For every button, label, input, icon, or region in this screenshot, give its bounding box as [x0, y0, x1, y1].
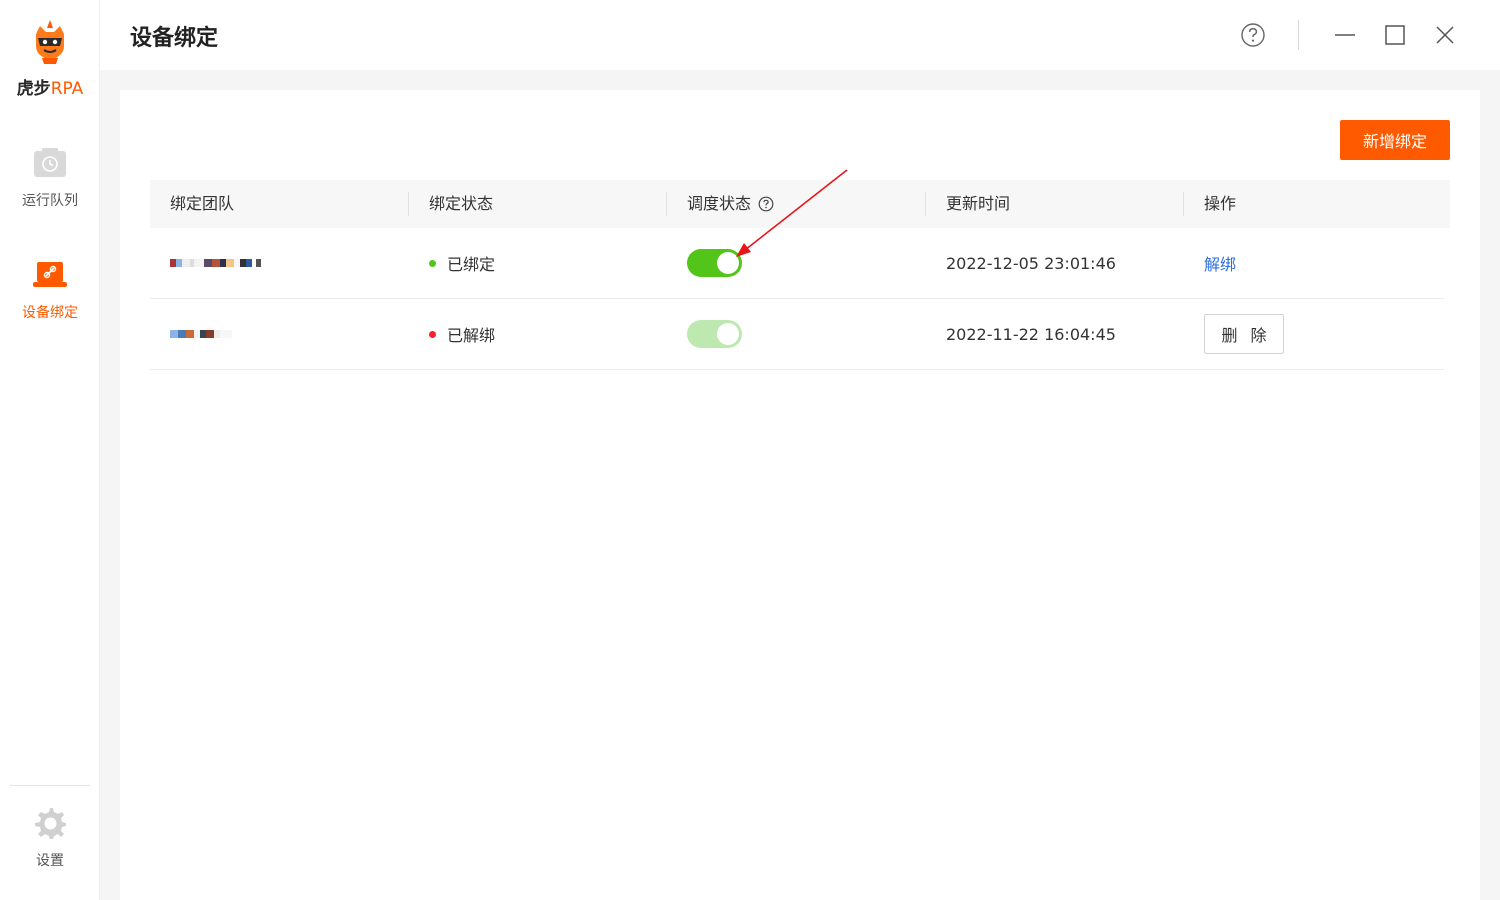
redacted-text: [170, 326, 232, 342]
column-header-updated: 更新时间: [946, 194, 1011, 213]
sidebar-item-label: 运行队列: [22, 193, 78, 209]
add-binding-button[interactable]: 新增绑定: [1340, 120, 1450, 160]
toggle-knob: [717, 252, 739, 274]
close-button[interactable]: [1430, 20, 1460, 50]
schedule-toggle[interactable]: [687, 249, 742, 277]
status-dot: [429, 330, 436, 338]
redacted-text: [170, 255, 261, 271]
table-row: 已绑定 2022-12-05 23:01:46 解绑: [150, 228, 1444, 299]
column-header-actions: 操作: [1204, 194, 1237, 213]
team-name-redacted: [170, 299, 232, 369]
laptop-link-icon: [33, 262, 67, 287]
title-divider: [1298, 20, 1299, 50]
table-header: 绑定团队 绑定状态 调度状态 更新时间 操作: [150, 180, 1450, 228]
team-name-redacted: [170, 228, 261, 298]
maximize-button[interactable]: [1380, 20, 1410, 50]
sidebar-item-run-queue[interactable]: 运行队列: [0, 148, 100, 210]
sidebar: 虎步RPA 运行队列 设备绑定 设置: [0, 0, 100, 900]
column-divider: [925, 192, 926, 216]
column-header-bind-status: 绑定状态: [429, 194, 494, 213]
tiger-mascot-icon: [36, 20, 64, 64]
binding-table: 绑定团队 绑定状态 调度状态 更新时间 操作 已绑定 2022-12-05 23…: [150, 180, 1450, 370]
sidebar-divider: [10, 785, 90, 786]
status-text: 已解绑: [447, 326, 496, 345]
main-panel: 新增绑定 绑定团队 绑定状态 调度状态 更新时间 操作 已绑定 2022-12-…: [120, 90, 1480, 900]
sidebar-item-label: 设备绑定: [22, 305, 78, 321]
updated-time: 2022-12-05 23:01:46: [946, 253, 1116, 273]
updated-time: 2022-11-22 16:04:45: [946, 324, 1116, 344]
minimize-icon: [1335, 34, 1355, 36]
maximize-icon: [1385, 25, 1405, 45]
app-logo: 虎步RPA: [0, 20, 100, 99]
column-header-team: 绑定团队: [170, 194, 235, 213]
minimize-button[interactable]: [1330, 20, 1360, 50]
title-bar: 设备绑定: [100, 0, 1500, 70]
bind-status: 已解绑: [429, 299, 495, 369]
sidebar-item-label: 设置: [36, 853, 64, 869]
column-divider: [408, 192, 409, 216]
close-icon: [1436, 26, 1454, 44]
gear-icon: [35, 808, 66, 839]
help-button[interactable]: [1238, 20, 1268, 50]
column-header-schedule-status: 调度状态: [687, 180, 774, 228]
logo-text: 虎步RPA: [16, 79, 84, 99]
schedule-toggle-disabled[interactable]: [687, 320, 742, 348]
column-header-label: 调度状态: [687, 194, 752, 213]
clock-box-icon: [34, 148, 66, 177]
column-divider: [1183, 192, 1184, 216]
sidebar-item-device-binding[interactable]: 设备绑定: [0, 260, 100, 322]
bind-status: 已绑定: [429, 228, 495, 298]
actions: 解绑: [1204, 228, 1236, 298]
status-dot: [429, 259, 436, 267]
schedule-status: [687, 228, 742, 298]
toggle-knob: [717, 323, 739, 345]
actions: 删 除: [1204, 299, 1284, 369]
unbind-link[interactable]: 解绑: [1204, 251, 1236, 275]
delete-button[interactable]: 删 除: [1204, 314, 1284, 354]
table-row: 已解绑 2022-11-22 16:04:45 删 除: [150, 299, 1444, 370]
help-icon: [1241, 23, 1265, 47]
schedule-status: [687, 299, 742, 369]
status-text: 已绑定: [447, 255, 496, 274]
column-divider: [666, 192, 667, 216]
question-circle-icon[interactable]: [758, 196, 774, 212]
sidebar-item-settings[interactable]: 设置: [0, 806, 100, 870]
page-title: 设备绑定: [130, 26, 219, 51]
